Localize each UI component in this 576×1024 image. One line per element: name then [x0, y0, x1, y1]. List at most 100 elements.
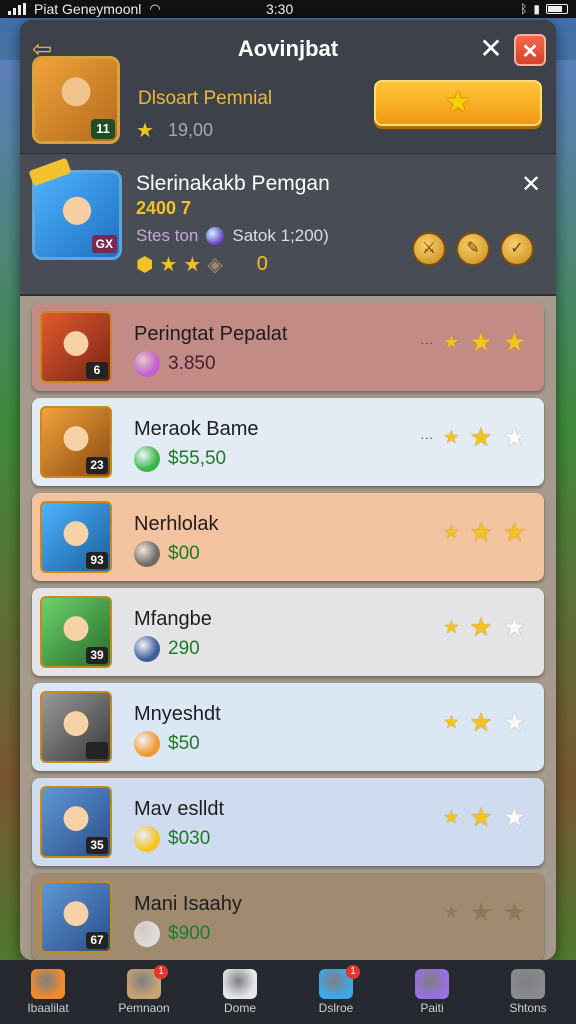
star-icon: ★ [469, 802, 493, 832]
star-icon: ★ [469, 897, 493, 927]
close-button[interactable]: ✕ [514, 34, 546, 66]
nav-label: Dome [223, 1001, 256, 1015]
nav-label: Pemnaon [118, 1001, 170, 1015]
featured-close-icon[interactable]: ✕ [518, 170, 544, 199]
check-button[interactable]: ✓ [500, 232, 534, 266]
feather-button[interactable]: ✎ [456, 232, 490, 266]
row-rating-label: ··· [420, 429, 434, 445]
shield-icon: ⬢ [136, 254, 154, 276]
claim-star-button[interactable]: ★ [374, 80, 542, 126]
row-price-group: $00 [134, 541, 200, 567]
close-icon[interactable]: ✕ [476, 34, 506, 64]
star-icon: ★ [443, 427, 460, 447]
row-price: $50 [168, 733, 200, 754]
row-level-badge: 93 [86, 552, 108, 569]
nav-item-4[interactable]: Paiti [392, 969, 472, 1015]
nav-item-1[interactable]: 1 Pemnaon [104, 965, 184, 1015]
star-icon: ★ [502, 422, 526, 452]
star-icon: ★ [469, 422, 493, 452]
star-icon: ★ [136, 120, 154, 142]
row-price: $55,50 [168, 448, 227, 469]
player-name: Dlsoart Pemnial [138, 88, 273, 109]
row-level-badge: 67 [86, 932, 108, 949]
action-buttons: ⚔ ✎ ✓ [412, 232, 534, 266]
row-avatar: 35 [40, 786, 112, 858]
row-rating: ★ ★ ★ [433, 899, 526, 925]
star-icon: ★ [469, 707, 493, 737]
row-avatar [40, 691, 112, 763]
featured-player-card[interactable]: GX Slerinakakb Pemgan ✕ 2400 7 Stes ton … [20, 154, 556, 296]
star-icon: ★ [502, 327, 526, 357]
star-icon: ★ [443, 902, 460, 922]
star-icon: ★ [443, 617, 460, 637]
featured-badges: ⬢ ★ ★ ◈ 0 [136, 252, 268, 277]
row-rating: ★ ★ ★ [433, 804, 526, 830]
currency-icon [134, 636, 160, 662]
row-price: $00 [168, 543, 200, 564]
nav-label: Paiti [420, 1001, 444, 1015]
player-avatar[interactable]: 11 [32, 56, 120, 144]
signal-icon [8, 3, 26, 15]
star-icon: ★ [502, 517, 526, 547]
nav-item-5[interactable]: Shtons [488, 969, 568, 1015]
row-name: Mani Isaahy [134, 893, 242, 915]
player-level-badge: 11 [91, 119, 115, 139]
list-item[interactable]: 39 Mfangbe 290 ★ ★ ★ [32, 588, 544, 676]
row-level-badge: 6 [86, 362, 108, 379]
star-icon: ★ [469, 327, 493, 357]
list-item[interactable]: 23 Meraok Bame $55,50 ··· ★ ★ ★ [32, 398, 544, 486]
currency-icon [134, 541, 160, 567]
row-rating: ··· ★ ★ ★ [420, 424, 526, 450]
star-icon: ★ [443, 522, 460, 542]
star-icon: ★ [159, 254, 178, 276]
orb-icon [415, 969, 449, 999]
nav-item-3[interactable]: 1 Dslroe [296, 965, 376, 1015]
list-item[interactable]: 93 Nerhlolak $00 ★ ★ ★ [32, 493, 544, 581]
clock: 3:30 [266, 1, 294, 17]
row-name: Mfangbe [134, 608, 212, 630]
nav-item-0[interactable]: Ibaalilat [8, 969, 88, 1015]
star-icon: ★ [502, 612, 526, 642]
featured-stat-value: Satok 1;200) [232, 226, 329, 245]
row-rating: ★ ★ ★ [433, 614, 526, 640]
row-level-badge: 23 [86, 457, 108, 474]
star-icon: ★ [502, 707, 526, 737]
row-rating-label: ··· [420, 334, 434, 350]
featured-avatar: GX [32, 170, 122, 260]
profile-icon [511, 969, 545, 999]
row-avatar: 93 [40, 501, 112, 573]
currency-icon [134, 446, 160, 472]
list-item[interactable]: 6 Peringtat Pepalat 3.850 ··· ★ ★ ★ [32, 303, 544, 391]
sword-button[interactable]: ⚔ [412, 232, 446, 266]
cellular-icon: ▮ [533, 2, 540, 16]
leaderboard-panel: ⇦ Aovinjbat ✕ ✕ 11 Dlsoart Pemnial ★ 19,… [20, 20, 556, 960]
star-icon: ★ [502, 897, 526, 927]
row-level-badge [86, 742, 108, 759]
star-icon: ★ [443, 332, 460, 352]
star-icon: ★ [469, 517, 493, 547]
nav-label: Ibaalilat [27, 1001, 69, 1015]
row-price: $030 [168, 828, 211, 849]
player-score: 19,00 [168, 120, 214, 140]
list-item[interactable]: 35 Mav eslldt $030 ★ ★ ★ [32, 778, 544, 866]
star-icon: ★ [443, 712, 460, 732]
row-price-group: 290 [134, 636, 200, 662]
nav-label: Shtons [509, 1001, 547, 1015]
star-icon: ★ [443, 807, 460, 827]
star-icon: ★ [469, 612, 493, 642]
carrier-label: Piat Geneymoonl [34, 1, 142, 17]
row-price: 3.850 [168, 353, 216, 374]
list-item[interactable]: 67 Mani Isaahy $900 ★ ★ ★ [32, 873, 544, 960]
row-rating: ··· ★ ★ ★ [420, 329, 526, 355]
row-level-badge: 39 [86, 647, 108, 664]
row-price-group: $900 [134, 921, 210, 947]
nav-item-2[interactable]: Dome [200, 969, 280, 1015]
list-item[interactable]: Mnyeshdt $50 ★ ★ ★ [32, 683, 544, 771]
featured-badge: GX [91, 235, 117, 253]
row-price-group: $55,50 [134, 446, 226, 472]
home-icon [31, 969, 65, 999]
row-name: Mnyeshdt [134, 703, 221, 725]
row-price: 290 [168, 638, 200, 659]
featured-stats: Stes ton Satok 1;200) [136, 226, 329, 246]
battery-icon [546, 4, 568, 14]
